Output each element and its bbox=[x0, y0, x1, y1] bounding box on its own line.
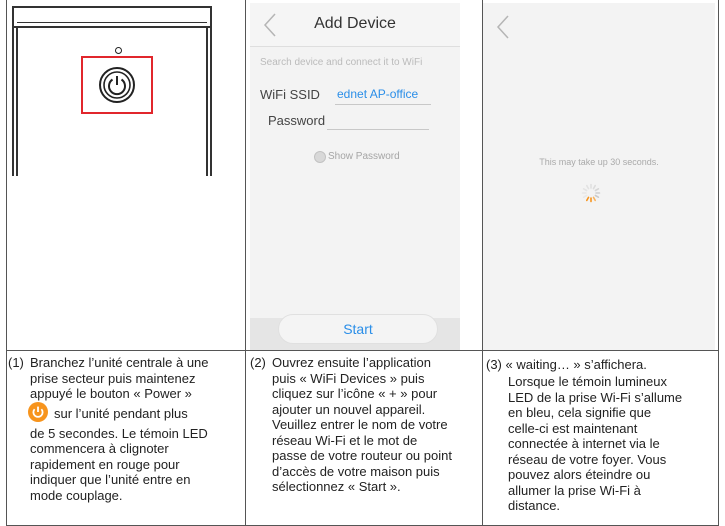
caption-line: passe de votre routeur ou point bbox=[272, 448, 452, 463]
caption-line: celle-ci est maintenant bbox=[508, 420, 638, 436]
caption-line: sur l’unité pendant plus bbox=[54, 405, 188, 421]
page-title: Add Device bbox=[314, 15, 396, 32]
show-password-label: Show Password bbox=[328, 151, 400, 162]
caption-line: cliquez sur l’icône « + » pour bbox=[272, 386, 438, 401]
caption-line: pouvez alors éteindre ou bbox=[508, 467, 651, 482]
caption-line: indiquer que l’unité entre en bbox=[30, 472, 191, 487]
caption-line: puis « WiFi Devices » puis bbox=[272, 370, 425, 386]
caption-line: allumer la prise Wi-Fi à bbox=[508, 482, 641, 498]
led-indicator bbox=[115, 47, 122, 54]
nav-bar: Add Device bbox=[250, 3, 460, 47]
waiting-screen: This may take up 30 seconds. bbox=[483, 3, 715, 350]
power-icon bbox=[28, 401, 48, 422]
password-input[interactable] bbox=[327, 129, 429, 130]
caption-line: réseau de votre foyer. Vous bbox=[508, 451, 667, 467]
start-button[interactable]: Start bbox=[278, 314, 438, 344]
wait-message: This may take up 30 seconds. bbox=[539, 157, 659, 167]
chevron-left-icon[interactable] bbox=[493, 13, 515, 41]
caption-line: d’accès de votre maison puis bbox=[272, 463, 440, 479]
caption-line: sélectionnez « Start ». bbox=[272, 479, 401, 494]
caption-line: Ouvrez ensuite l’application bbox=[272, 355, 431, 370]
caption-step-3: (3) « waiting… » s’affichera. Lorsque le… bbox=[486, 357, 716, 525]
caption-line: ajouter un nouvel appareil. bbox=[272, 401, 426, 417]
caption-line: rapidement en rouge pour bbox=[30, 456, 180, 472]
password-label: Password bbox=[268, 113, 326, 128]
caption-line: Veuillez entrer le nom de votre bbox=[272, 417, 448, 432]
caption-line: connectée à internet via le bbox=[508, 436, 660, 451]
caption-line: « waiting… » s’affichera. bbox=[505, 357, 647, 372]
ssid-input[interactable]: ednet AP-office bbox=[337, 87, 418, 101]
caption-line: réseau Wi-Fi et le mot de bbox=[272, 432, 418, 448]
caption-line: appuyé le bouton « Power » bbox=[30, 386, 192, 401]
caption-line: en bleu, cela signifie que bbox=[508, 405, 652, 420]
spinner-icon bbox=[581, 183, 601, 203]
device-left-edge bbox=[12, 26, 18, 176]
column-divider bbox=[245, 0, 246, 525]
caption-line: de 5 secondes. Le témoin LED bbox=[30, 425, 208, 441]
ssid-underline bbox=[335, 104, 431, 105]
caption-line: LED de la prise Wi-Fi s’allume bbox=[508, 389, 683, 405]
add-device-screen: Add Device Search device and connect it … bbox=[250, 3, 460, 350]
power-icon[interactable] bbox=[97, 65, 137, 105]
row-divider bbox=[7, 350, 718, 351]
caption-line: commencera à clignoter bbox=[30, 441, 169, 456]
search-hint: Search device and connect it to WiFi bbox=[260, 57, 423, 68]
power-button-highlight bbox=[81, 56, 153, 114]
device-top-edge bbox=[12, 6, 212, 28]
show-password-radio[interactable] bbox=[314, 151, 326, 163]
device-right-edge bbox=[206, 26, 212, 176]
step-number: (2) bbox=[250, 355, 266, 370]
caption-line: distance. bbox=[508, 498, 561, 513]
caption-line: prise secteur puis maintenez bbox=[30, 370, 196, 386]
ssid-label: WiFi SSID bbox=[260, 87, 320, 102]
caption-line: mode couplage. bbox=[30, 487, 123, 503]
step-number: (3) bbox=[486, 357, 502, 372]
caption-line: Branchez l’unité centrale à une bbox=[30, 355, 209, 370]
caption-step-1: (1) Branchez l’unité centrale à une pris… bbox=[8, 355, 238, 525]
step-number: (1) bbox=[8, 355, 24, 370]
caption-step-2: (2) Ouvrez ensuite l’application puis « … bbox=[250, 355, 478, 525]
caption-line: Lorsque le témoin lumineux bbox=[508, 374, 667, 389]
device-illustration bbox=[12, 6, 220, 176]
